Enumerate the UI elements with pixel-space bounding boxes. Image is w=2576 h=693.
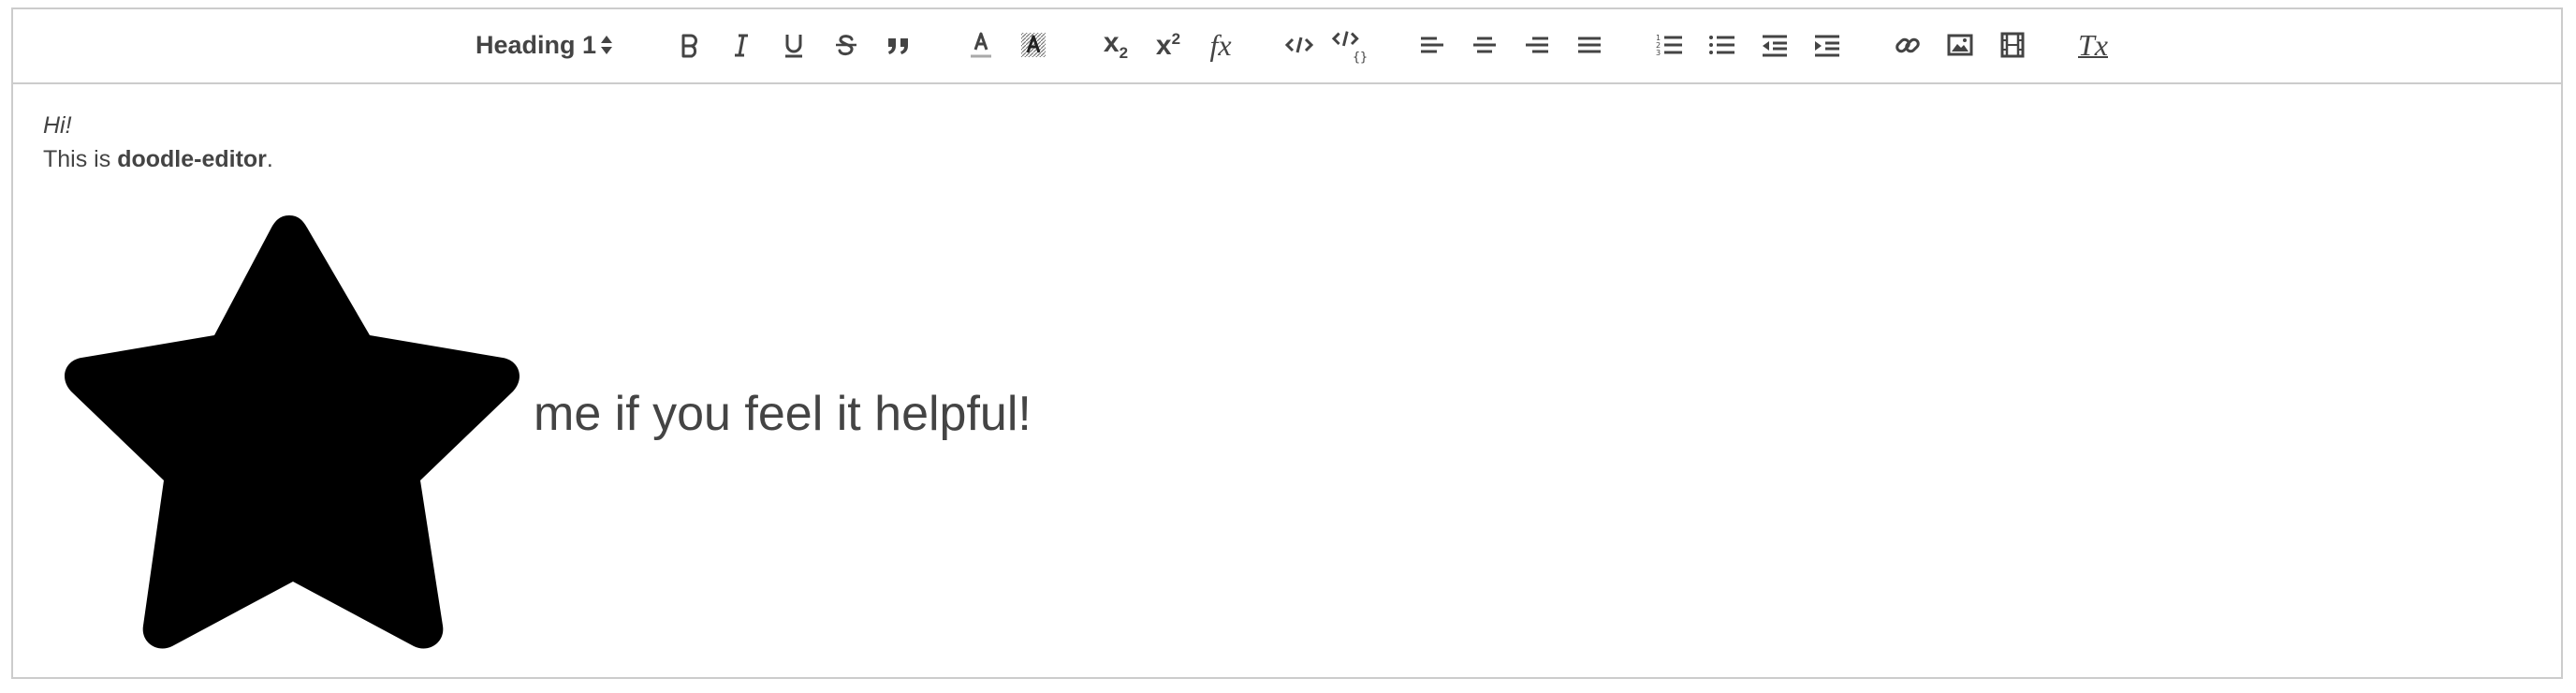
intro-prefix: This is xyxy=(43,146,118,172)
align-left-icon xyxy=(1421,37,1443,53)
link-icon xyxy=(1895,37,1920,53)
heading-picker[interactable]: Heading 1 xyxy=(476,24,635,66)
text-color-icon xyxy=(971,32,991,58)
link-button[interactable] xyxy=(1887,24,1928,66)
italic-icon xyxy=(735,34,748,57)
heading-picker-label: Heading 1 xyxy=(476,30,597,59)
blockquote-button[interactable] xyxy=(878,24,919,66)
align-left-button[interactable] xyxy=(1412,24,1453,66)
intro-paragraph: This is doodle-editor. xyxy=(43,146,273,173)
formula-icon: fx xyxy=(1209,28,1232,62)
align-justify-icon xyxy=(1578,37,1601,53)
background-color-button[interactable] xyxy=(1013,24,1054,66)
ordered-list-icon: 123 xyxy=(1656,34,1682,57)
code-block-button[interactable]: {} xyxy=(1331,24,1372,66)
intro-bold: doodle-editor xyxy=(117,146,267,172)
outdent-icon xyxy=(1763,35,1787,57)
image-icon xyxy=(1947,34,1973,56)
indent-icon xyxy=(1815,35,1839,57)
svg-text:{}: {} xyxy=(1353,51,1368,65)
video-button[interactable] xyxy=(1992,24,2033,66)
editor-content[interactable]: Hi! This is doodle-editor. me if you fee… xyxy=(13,84,2561,677)
code-block-icon: {} xyxy=(1331,31,1368,65)
superscript-icon: x2 xyxy=(1155,29,1181,61)
quote-icon xyxy=(888,38,908,54)
clear-format-button[interactable]: Tx xyxy=(2072,24,2114,66)
strikethrough-icon xyxy=(836,35,856,56)
updown-arrows-icon xyxy=(601,36,613,54)
subscript-icon: x2 xyxy=(1103,27,1129,62)
intro-suffix: . xyxy=(266,146,273,172)
align-right-button[interactable] xyxy=(1516,24,1558,66)
align-center-icon xyxy=(1473,37,1496,53)
italic-button[interactable] xyxy=(721,24,762,66)
bullet-list-button[interactable] xyxy=(1702,24,1743,66)
star-message-text: me if you feel it helpful! xyxy=(534,387,1032,441)
align-right-icon xyxy=(1526,37,1548,53)
greeting-text: Hi! xyxy=(43,112,72,139)
doodle-editor: Heading 1 x2 x2 fx {} 1 2 3 Tx Hi! This … xyxy=(11,7,2563,679)
align-center-button[interactable] xyxy=(1464,24,1505,66)
editor-toolbar: Heading 1 x2 x2 fx {} 1 2 3 Tx xyxy=(13,9,2561,84)
outdent-button[interactable] xyxy=(1754,24,1795,66)
star-image[interactable] xyxy=(46,195,533,663)
bullet-list-icon xyxy=(1709,36,1734,54)
strike-button[interactable] xyxy=(826,24,867,66)
image-button[interactable] xyxy=(1939,24,1981,66)
code-button[interactable] xyxy=(1279,24,1320,66)
text-color-button[interactable] xyxy=(960,24,1002,66)
bold-icon xyxy=(681,34,697,58)
clear-format-icon: Tx xyxy=(2078,28,2108,62)
background-color-icon xyxy=(1021,33,1046,57)
video-icon xyxy=(2000,32,2025,58)
formula-button[interactable]: fx xyxy=(1200,24,1241,66)
indent-button[interactable] xyxy=(1807,24,1848,66)
code-icon xyxy=(1284,37,1314,53)
superscript-button[interactable]: x2 xyxy=(1148,24,1189,66)
underline-icon xyxy=(785,35,802,58)
bold-button[interactable] xyxy=(668,24,710,66)
ordered-list-button[interactable]: 123 xyxy=(1649,24,1690,66)
subscript-button[interactable]: x2 xyxy=(1095,24,1136,66)
align-justify-button[interactable] xyxy=(1569,24,1610,66)
underline-button[interactable] xyxy=(773,24,814,66)
svg-text:3: 3 xyxy=(1656,49,1661,57)
